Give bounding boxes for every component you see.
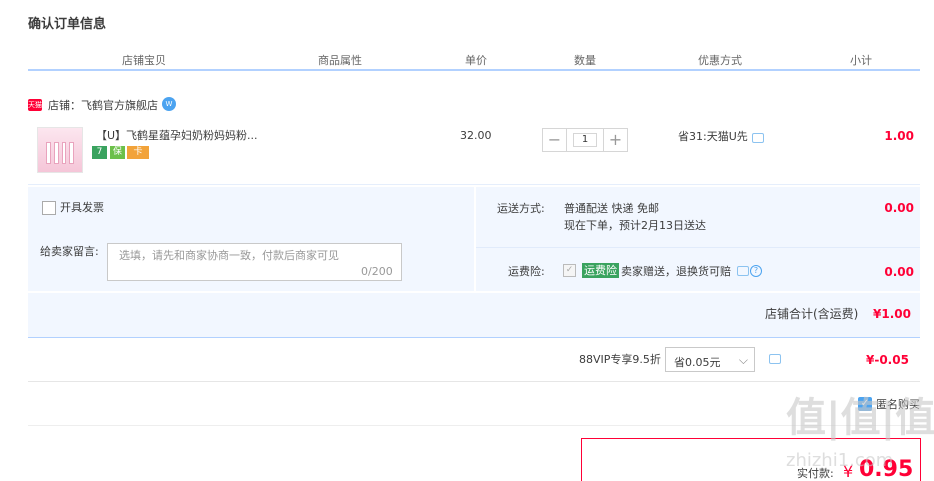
guarantee-icon: 保 <box>110 146 125 159</box>
insurance-price: 0.00 <box>884 265 914 279</box>
shipping-price: 0.00 <box>884 201 914 215</box>
page-title: 确认订单信息 <box>28 17 107 32</box>
watermark-url: zhizhi1.com <box>786 450 894 471</box>
vip-discount-select[interactable]: 省0.05元 ⌵ <box>665 347 755 372</box>
invoice-checkbox[interactable] <box>42 201 56 215</box>
insurance-comment-icon[interactable] <box>737 266 749 276</box>
watermark-logo: 值|值|值 <box>786 395 934 441</box>
message-char-count: 0/200 <box>361 265 393 278</box>
wangwang-chat-icon[interactable]: W <box>162 97 176 111</box>
store-total-divider <box>28 337 920 338</box>
message-label: 给卖家留言: <box>40 245 99 258</box>
column-header-unit-price: 单价 <box>465 54 487 67</box>
vip-discount-label: 88VIP专享9.5折 <box>579 353 661 366</box>
product-title[interactable]: 【U】飞鹤星蕴孕妇奶粉妈妈粉... <box>96 130 258 141</box>
insurance-tag: 运费险 <box>582 263 619 278</box>
store-total-label: 店铺合计(含运费) <box>765 307 859 321</box>
quantity-stepper: − 1 + <box>542 128 628 152</box>
message-placeholder: 选填，请先和商家协商一致，付款后商家可见 <box>119 249 339 262</box>
insurance-label: 运费险: <box>508 265 545 278</box>
column-header-subtotal: 小计 <box>850 54 872 67</box>
insurance-checkbox: ✓ <box>563 264 576 277</box>
shipping-eta: 现在下单，预计2月13日送达 <box>564 219 706 232</box>
insurance-help-icon[interactable]: ? <box>750 265 762 277</box>
promo-text: 省31:天猫U先 <box>678 130 748 143</box>
tmall-badge-icon: 天猫 <box>28 99 42 111</box>
shipping-divider <box>476 247 920 248</box>
item-subtotal: 1.00 <box>884 129 914 143</box>
store-total-value: ¥1.00 <box>873 307 911 321</box>
chevron-down-icon: ⌵ <box>738 353 748 367</box>
quantity-minus-button[interactable]: − <box>543 129 567 151</box>
column-header-quantity: 数量 <box>574 54 596 67</box>
promo-comment-icon[interactable] <box>752 133 764 143</box>
quantity-plus-button[interactable]: + <box>603 129 627 151</box>
column-header-discount: 优惠方式 <box>698 54 742 67</box>
vip-selected-value: 省0.05元 <box>674 356 721 369</box>
quantity-input[interactable]: 1 <box>573 133 597 147</box>
invoice-label: 开具发票 <box>60 201 104 214</box>
column-header-attributes: 商品属性 <box>318 54 362 67</box>
column-header-divider <box>28 69 920 71</box>
shipping-method: 普通配送 快递 免邮 <box>564 202 659 215</box>
unit-price: 32.00 <box>460 129 492 142</box>
store-name[interactable]: 店铺：飞鹤官方旗舰店 <box>48 100 158 111</box>
product-divider <box>28 184 920 185</box>
seven-day-return-icon: 7 <box>92 146 107 159</box>
insurance-description: 卖家赠送，退换货可赔 <box>621 265 731 278</box>
card-payment-icon: 卡 <box>127 146 149 159</box>
vip-comment-icon[interactable] <box>769 354 781 364</box>
vip-divider <box>28 381 920 382</box>
product-thumbnail[interactable] <box>37 127 83 173</box>
vip-discount-value: ¥-0.05 <box>866 353 909 367</box>
shipping-label: 运送方式: <box>497 202 545 215</box>
column-header-product: 店铺宝贝 <box>122 54 166 67</box>
